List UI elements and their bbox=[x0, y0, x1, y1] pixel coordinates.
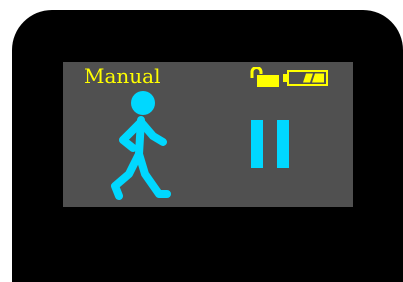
display-screen: Manual bbox=[63, 62, 353, 207]
walking-person-icon bbox=[111, 91, 171, 200]
pause-icon bbox=[251, 120, 289, 168]
device-body: Manual bbox=[12, 10, 403, 282]
unlocked-padlock-icon bbox=[250, 67, 279, 87]
status-area bbox=[249, 67, 329, 87]
battery-icon bbox=[283, 70, 328, 86]
mode-label: Manual bbox=[84, 64, 161, 88]
